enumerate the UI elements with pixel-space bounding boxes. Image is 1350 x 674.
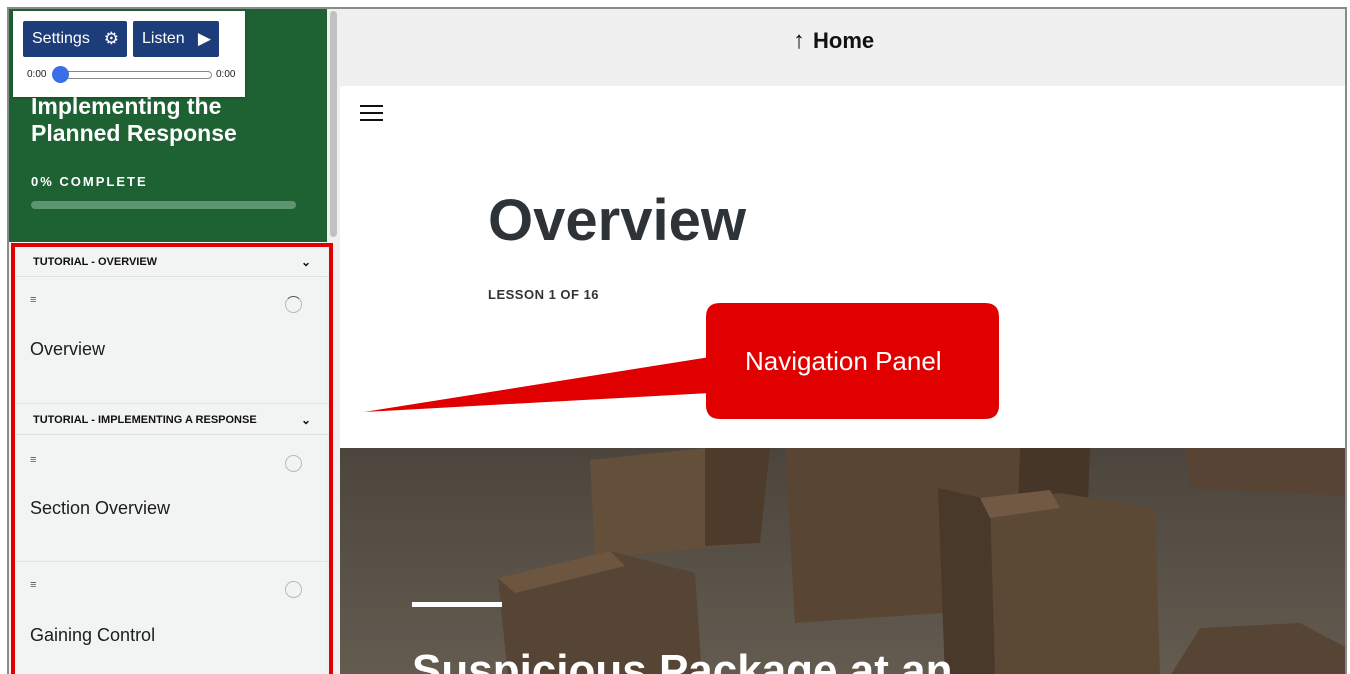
section-header-tutorial-overview[interactable]: TUTORIAL - OVERVIEW ⌄ <box>15 247 329 277</box>
lesson-text-icon: ≡ <box>30 294 37 306</box>
progress-label: 0% COMPLETE <box>31 174 148 189</box>
lesson-heading: Overview <box>488 188 746 253</box>
progress-circle-icon <box>285 296 302 313</box>
lesson-text-icon: ≡ <box>30 454 37 466</box>
section-title: TUTORIAL - OVERVIEW <box>33 256 158 268</box>
lesson-title: Gaining Control <box>30 625 156 645</box>
lesson-counter: LESSON 1 OF 16 <box>488 287 600 302</box>
lesson-content: ↑ Home Overview LESSON 1 OF 16 Suspiciou… <box>340 9 1345 674</box>
app-window: Implementing the Planned Response 0% COM… <box>7 7 1347 674</box>
home-link[interactable]: ↑ Home <box>793 27 874 55</box>
boxes-illustration <box>340 448 1345 674</box>
chevron-down-icon: ⌄ <box>300 255 311 269</box>
arrow-up-icon: ↑ <box>793 27 805 54</box>
settings-label: Settings <box>32 30 90 47</box>
lesson-item-section-overview[interactable]: ≡ Section Overview <box>15 436 329 562</box>
listen-button[interactable]: Listen ▶ <box>133 21 219 57</box>
course-title: Implementing the Planned Response <box>31 93 237 146</box>
hero-image: Suspicious Package at an <box>340 448 1345 674</box>
sidebar: Implementing the Planned Response 0% COM… <box>9 9 340 674</box>
lesson-item-overview[interactable]: ≡ Overview <box>15 278 329 404</box>
time-current: 0:00 <box>27 69 47 80</box>
progress-circle-icon <box>285 455 302 472</box>
audio-seek-slider[interactable] <box>55 71 212 79</box>
section-title: TUTORIAL - IMPLEMENTING A RESPONSE <box>33 414 257 426</box>
time-total: 0:00 <box>216 69 236 80</box>
progress-circle-icon <box>285 581 302 598</box>
lesson-title: Overview <box>30 339 106 359</box>
hero-title: Suspicious Package at an <box>412 646 953 674</box>
audio-player: Settings ⚙ Listen ▶ 0:00 0:00 <box>13 11 245 97</box>
section-header-implementing-a-response[interactable]: TUTORIAL - IMPLEMENTING A RESPONSE ⌄ <box>15 405 329 435</box>
scrollbar-thumb[interactable] <box>330 11 337 237</box>
listen-label: Listen <box>142 30 185 47</box>
menu-icon[interactable] <box>360 105 383 121</box>
lesson-title: Section Overview <box>30 498 171 518</box>
gear-icon: ⚙ <box>103 29 119 48</box>
hero-divider <box>412 602 502 607</box>
home-label: Home <box>813 28 875 53</box>
progress-bar <box>31 201 296 209</box>
settings-button[interactable]: Settings ⚙ <box>23 21 127 57</box>
lesson-item-gaining-control[interactable]: ≡ Gaining Control <box>15 563 329 674</box>
play-icon: ▶ <box>197 29 211 48</box>
audio-seek-handle[interactable] <box>52 66 69 83</box>
lesson-text-icon: ≡ <box>30 579 37 591</box>
callout-label: Navigation Panel <box>745 346 942 376</box>
top-bar: ↑ Home <box>340 9 1345 86</box>
chevron-down-icon: ⌄ <box>300 413 311 427</box>
navigation-panel: TUTORIAL - OVERVIEW ⌄ ≡ Overview TUTORIA… <box>11 243 333 674</box>
